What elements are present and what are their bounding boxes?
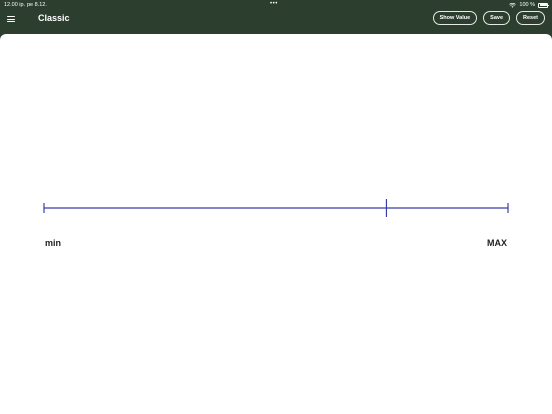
scale-max-label: MAX bbox=[487, 238, 507, 248]
nav-bar: Classic Show Value Save Reset bbox=[0, 10, 552, 34]
save-button[interactable]: Save bbox=[483, 11, 511, 25]
status-date: pe 8.12. bbox=[27, 2, 47, 8]
status-time: 12.00 ip. bbox=[4, 2, 26, 8]
battery-percent: 100 % bbox=[519, 2, 535, 8]
menu-icon[interactable] bbox=[7, 14, 17, 24]
status-bar: 12.00 ip. pe 8.12. ••• 100 % bbox=[0, 0, 552, 10]
wifi-icon bbox=[509, 2, 517, 8]
multitasking-dots-icon[interactable]: ••• bbox=[270, 1, 278, 7]
scale-canvas[interactable]: min MAX bbox=[0, 34, 552, 414]
scale-min-label: min bbox=[45, 238, 62, 248]
battery-icon bbox=[538, 2, 549, 8]
status-indicators: 100 % bbox=[509, 2, 549, 8]
scale-svg[interactable] bbox=[0, 34, 552, 414]
reset-button[interactable]: Reset bbox=[516, 11, 545, 25]
nav-buttons: Show Value Save Reset bbox=[432, 11, 545, 25]
show-value-button[interactable]: Show Value bbox=[432, 11, 478, 25]
page-title: Classic bbox=[38, 13, 70, 23]
